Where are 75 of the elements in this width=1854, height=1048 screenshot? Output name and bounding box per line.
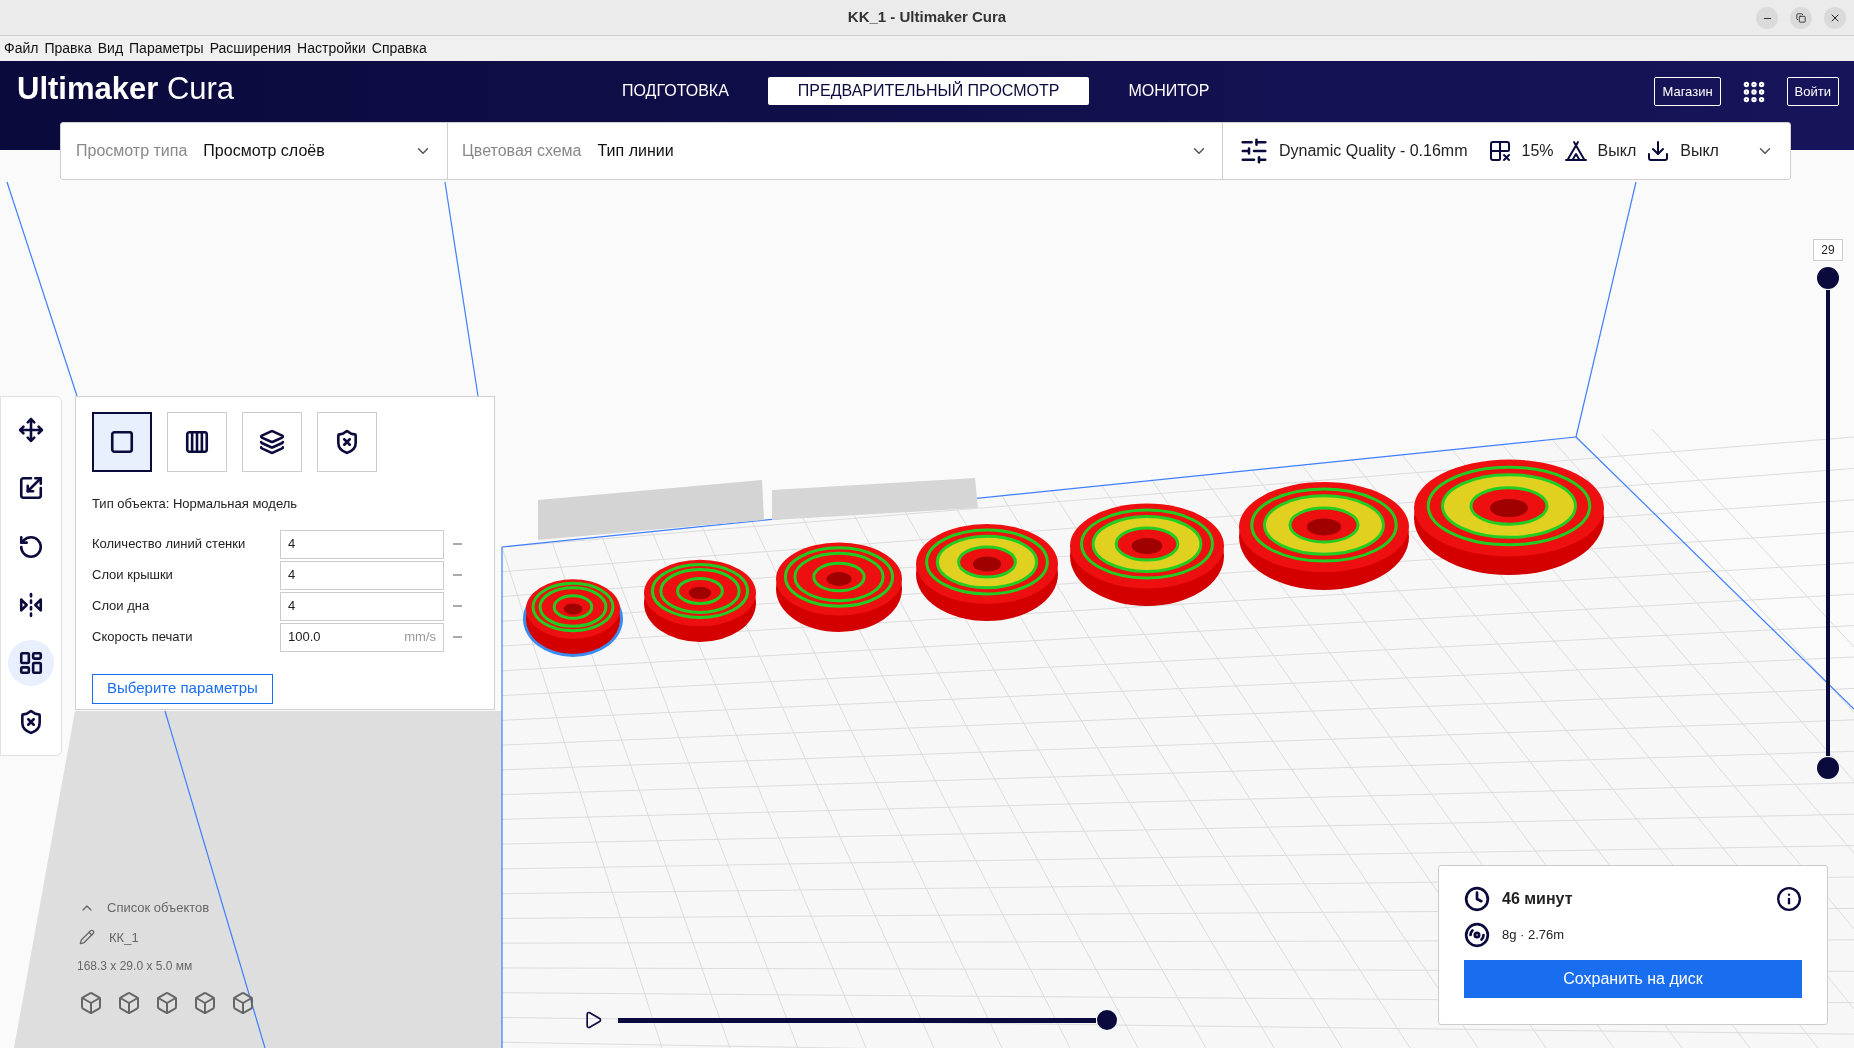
- setting-label: Слои крышки: [92, 566, 174, 585]
- select-settings-button[interactable]: Выберите параметры: [92, 673, 273, 704]
- camera-view-icon[interactable]: [117, 991, 141, 1015]
- menu-item[interactable]: Параметры: [129, 38, 204, 59]
- view-type-dropdown[interactable]: Просмотр типа Просмотр слоёв: [61, 123, 448, 179]
- setting-input[interactable]: 4: [280, 591, 444, 621]
- setting-input[interactable]: 4: [280, 560, 444, 590]
- clock-icon: [1464, 886, 1490, 912]
- per-model-settings-icon: [18, 650, 44, 677]
- setting-input[interactable]: 4: [280, 529, 444, 559]
- support-mesh-icon: [184, 429, 210, 455]
- window-title: KK_1 - Ultimaker Cura: [847, 7, 1007, 28]
- camera-view-icon[interactable]: [231, 991, 255, 1015]
- color-scheme-value: Тип линии: [597, 141, 675, 161]
- adhesion-icon: [1646, 139, 1671, 163]
- camera-view-icon[interactable]: [193, 991, 217, 1015]
- layer-number-label: 29: [1813, 239, 1843, 261]
- scale-icon: [18, 475, 44, 502]
- support-blocker-icon: [334, 429, 360, 455]
- support-value: Выкл: [1597, 141, 1637, 161]
- pencil-icon[interactable]: [79, 929, 95, 946]
- restore-icon: [1796, 13, 1806, 23]
- stage-tab[interactable]: ПОДГОТОВКА: [620, 77, 731, 105]
- menu-item[interactable]: Настройки: [297, 38, 366, 59]
- save-to-disk-button[interactable]: Сохранить на диск: [1464, 960, 1802, 998]
- layer-slider-upper-handle[interactable]: [1817, 267, 1839, 289]
- profile-label: Dynamic Quality - 0.16mm: [1279, 141, 1468, 161]
- stage-tab[interactable]: МОНИТОР: [1126, 77, 1212, 105]
- adhesion-value: Выкл: [1680, 141, 1720, 161]
- stage-tab[interactable]: ПРЕДВАРИТЕЛЬНЫЙ ПРОСМОТР: [767, 77, 1090, 105]
- print-settings-dropdown[interactable]: Dynamic Quality - 0.16mm 15% Выкл Выкл: [1223, 123, 1790, 179]
- view-type-label: Просмотр типа: [76, 141, 188, 161]
- support-mesh-button[interactable]: [167, 412, 227, 472]
- app-logo: Ultimaker Cura: [17, 71, 235, 107]
- close-icon: [1829, 12, 1841, 24]
- menu-item[interactable]: Файл: [4, 38, 39, 59]
- infill-value: 15%: [1521, 141, 1554, 161]
- settings-sliders-icon: [1239, 136, 1269, 166]
- camera-view-icon[interactable]: [79, 991, 103, 1015]
- menu-item[interactable]: Правка: [44, 38, 92, 59]
- overlap-icon: [259, 429, 285, 455]
- marketplace-button[interactable]: Магазин: [1654, 77, 1721, 106]
- material-usage: 8g · 2.76m: [1502, 926, 1565, 945]
- object-name[interactable]: КК_1: [109, 927, 139, 947]
- mirror-icon: [18, 592, 44, 619]
- setting-label: Слои дна: [92, 597, 151, 616]
- normal-model-icon: [109, 429, 135, 455]
- setting-label: Скорость печати: [92, 628, 194, 647]
- restore-button[interactable]: [1790, 7, 1812, 29]
- camera-view-icon[interactable]: [155, 991, 179, 1015]
- object-type-text: Тип объекта: Нормальная модель: [92, 495, 299, 513]
- support-blocker-button[interactable]: [317, 412, 377, 472]
- print-time: 46 минут: [1502, 889, 1574, 909]
- play-icon[interactable]: [583, 1010, 603, 1030]
- move-icon: [18, 417, 44, 444]
- support-blocker-icon: [18, 708, 44, 735]
- info-icon[interactable]: [1776, 886, 1802, 912]
- object-dimensions: 168.3 x 29.0 x 5.0 мм: [77, 958, 194, 975]
- menu-item[interactable]: Справка: [371, 38, 427, 59]
- rotate-icon: [18, 533, 44, 560]
- menu-item[interactable]: Расширения: [209, 38, 292, 59]
- close-button[interactable]: [1824, 7, 1846, 29]
- view-type-value: Просмотр слоёв: [203, 141, 326, 161]
- per-model-settings-tool[interactable]: [8, 640, 54, 687]
- overlap-button[interactable]: [242, 412, 302, 472]
- menu-item[interactable]: Вид: [97, 38, 124, 59]
- object-list-title[interactable]: Список объектов: [107, 898, 210, 918]
- color-scheme-dropdown[interactable]: Цветовая схема Тип линии: [448, 123, 1223, 179]
- spool-icon: [1464, 922, 1490, 948]
- sign-in-button[interactable]: Войти: [1786, 77, 1839, 106]
- setting-label: Количество линий стенки: [92, 535, 247, 554]
- infill-icon: [1487, 139, 1512, 163]
- setting-input[interactable]: 100.0 mm/s: [280, 622, 444, 652]
- normal-model-button[interactable]: [92, 412, 152, 472]
- color-scheme-label: Цветовая схема: [462, 141, 582, 161]
